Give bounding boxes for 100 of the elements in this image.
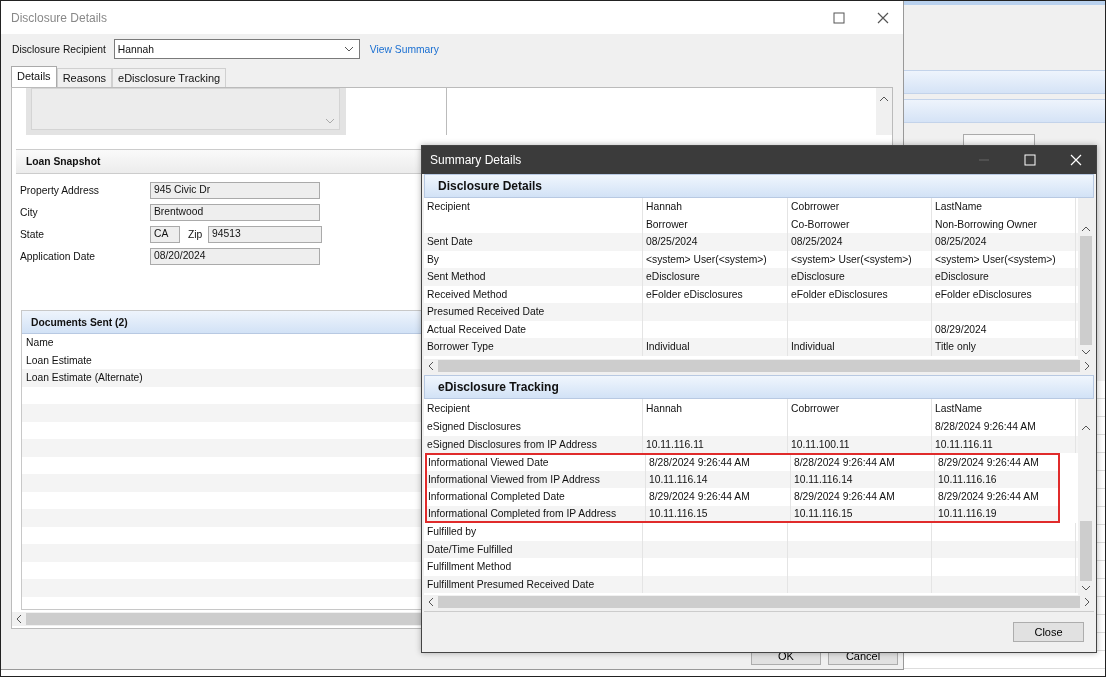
table-cell: eFolder eDisclosures bbox=[791, 288, 888, 300]
tab[interactable]: eDisclosure Tracking bbox=[112, 68, 227, 87]
close-button[interactable]: Close bbox=[1013, 622, 1084, 642]
scroll-left-icon[interactable] bbox=[428, 597, 434, 607]
row-label: Fulfillment Presumed Received Date bbox=[427, 578, 595, 590]
table-cell: 10.11.116.11 bbox=[935, 438, 993, 450]
row-label: Informational Viewed from IP Address bbox=[428, 473, 600, 485]
table-cell: Cobrrower bbox=[791, 201, 840, 213]
table-cell: eDisclosure bbox=[646, 271, 700, 283]
text-field[interactable]: 94513 bbox=[208, 225, 322, 243]
maximize-icon[interactable] bbox=[833, 11, 845, 24]
view-summary-link[interactable]: View Summary bbox=[369, 43, 439, 55]
scrollbar[interactable] bbox=[1078, 399, 1094, 595]
table-cell: <system> User(<system>) bbox=[791, 253, 912, 265]
scroll-up-icon[interactable] bbox=[1081, 226, 1091, 232]
column-header: Name bbox=[26, 337, 54, 349]
row-label: Recipient bbox=[427, 403, 470, 414]
table-cell: 10.11.116.11 bbox=[646, 438, 704, 450]
table-cell: 8/29/2024 9:26:44 AM bbox=[938, 457, 1039, 469]
table-cell: Hannah bbox=[646, 403, 683, 414]
recipient-dropdown[interactable]: Hannah bbox=[113, 39, 360, 59]
row-label: By bbox=[427, 253, 440, 265]
table-cell: Co-Borrower bbox=[791, 218, 850, 230]
field-label: City bbox=[20, 206, 39, 218]
table-cell: eDisclosure bbox=[935, 271, 989, 283]
field-label: Zip bbox=[187, 228, 204, 240]
row-label: Received Method bbox=[427, 288, 508, 300]
scrollbar[interactable] bbox=[1078, 198, 1094, 359]
row-label: Informational Completed Date bbox=[428, 491, 565, 503]
row-label: Informational Viewed Date bbox=[428, 457, 549, 469]
table-cell: Cobrrower bbox=[791, 403, 840, 414]
section-title: Loan Snapshot bbox=[26, 156, 101, 167]
field-label: Disclosure Recipient bbox=[12, 43, 106, 55]
table-cell: 10.11.116.19 bbox=[938, 507, 997, 519]
table-cell: 08/25/2024 bbox=[935, 236, 987, 248]
row-label: Fulfilled by bbox=[427, 526, 477, 538]
table-cell: Hannah bbox=[646, 201, 683, 213]
table-cell: 10.11.116.14 bbox=[794, 473, 853, 485]
chevron-down-icon bbox=[343, 46, 354, 52]
table-cell: 10.11.116.14 bbox=[649, 473, 708, 485]
section-title: eDisclosure Tracking bbox=[438, 380, 559, 394]
row-label: Presumed Received Date bbox=[427, 306, 545, 318]
table-cell: 8/28/2024 9:26:44 AM bbox=[649, 457, 750, 469]
scroll-left-icon[interactable] bbox=[16, 614, 22, 624]
row-label: Borrower Type bbox=[427, 341, 494, 353]
scroll-down-icon[interactable] bbox=[1081, 585, 1091, 591]
table-cell: 8/28/2024 9:26:44 AM bbox=[935, 421, 1036, 433]
section-title: Disclosure Details bbox=[438, 179, 543, 193]
row-label: Sent Method bbox=[427, 271, 486, 283]
table-cell: <system> User(<system>) bbox=[935, 253, 1056, 265]
text-field[interactable]: 08/20/2024 bbox=[150, 247, 320, 265]
tab[interactable]: Details bbox=[11, 66, 57, 87]
table-cell: 08/29/2024 bbox=[935, 323, 987, 335]
close-icon[interactable] bbox=[877, 11, 889, 24]
scroll-up-icon[interactable] bbox=[879, 96, 889, 102]
table-cell: 8/29/2024 9:26:44 AM bbox=[938, 491, 1039, 503]
row-label: eSigned Disclosures from IP Address bbox=[427, 438, 597, 450]
table-cell: 8/29/2024 9:26:44 AM bbox=[649, 491, 750, 503]
field-label: Application Date bbox=[20, 250, 96, 262]
list-item[interactable]: Loan Estimate bbox=[26, 354, 92, 366]
table-cell: Individual bbox=[791, 341, 835, 353]
table-cell: <system> User(<system>) bbox=[646, 253, 767, 265]
field-label: State bbox=[20, 228, 46, 240]
section-title: Documents Sent (2) bbox=[31, 316, 128, 328]
scrollbar[interactable] bbox=[876, 88, 892, 135]
scroll-thumb[interactable] bbox=[1080, 521, 1092, 581]
row-label: Recipient bbox=[427, 201, 470, 213]
field-label: Property Address bbox=[20, 184, 100, 196]
text-field[interactable]: CA bbox=[150, 225, 180, 243]
table-cell: 08/25/2024 bbox=[646, 236, 698, 248]
table-cell: eFolder eDisclosures bbox=[935, 288, 1032, 300]
tab[interactable]: Reasons bbox=[56, 68, 113, 87]
table-cell: 08/25/2024 bbox=[791, 236, 843, 248]
window-title: Summary Details bbox=[430, 153, 522, 167]
scroll-thumb[interactable] bbox=[1080, 236, 1092, 345]
list-item[interactable]: Loan Estimate (Alternate) bbox=[26, 372, 143, 384]
scroll-right-icon[interactable] bbox=[1084, 597, 1090, 607]
row-label: Date/Time Fulfilled bbox=[427, 543, 513, 555]
table-cell: LastName bbox=[935, 201, 982, 213]
scroll-up-icon[interactable] bbox=[1081, 425, 1091, 431]
text-field[interactable]: 945 Civic Dr bbox=[150, 181, 320, 199]
row-label: Fulfillment Method bbox=[427, 561, 512, 573]
text-field[interactable]: Brentwood bbox=[150, 203, 320, 221]
scroll-down-icon[interactable] bbox=[1081, 349, 1091, 355]
table-cell: Borrower bbox=[646, 218, 688, 230]
table-cell: 10.11.116.15 bbox=[649, 507, 708, 519]
row-label: Sent Date bbox=[427, 236, 473, 248]
scroll-right-icon[interactable] bbox=[1084, 361, 1090, 371]
table-cell: 8/29/2024 9:26:44 AM bbox=[794, 491, 895, 503]
table-cell: 10.11.100.11 bbox=[791, 438, 850, 450]
row-label: Actual Received Date bbox=[427, 323, 527, 335]
scroll-thumb[interactable] bbox=[438, 596, 1080, 608]
table-cell: eFolder eDisclosures bbox=[646, 288, 743, 300]
table-cell: 8/28/2024 9:26:44 AM bbox=[794, 457, 895, 469]
table-cell: Non-Borrowing Owner bbox=[935, 218, 1037, 230]
scroll-thumb[interactable] bbox=[438, 360, 1080, 372]
table-cell: Title only bbox=[935, 341, 976, 353]
scroll-left-icon[interactable] bbox=[428, 361, 434, 371]
row-label: Informational Completed from IP Address bbox=[428, 507, 617, 519]
table-cell: eDisclosure bbox=[791, 271, 845, 283]
